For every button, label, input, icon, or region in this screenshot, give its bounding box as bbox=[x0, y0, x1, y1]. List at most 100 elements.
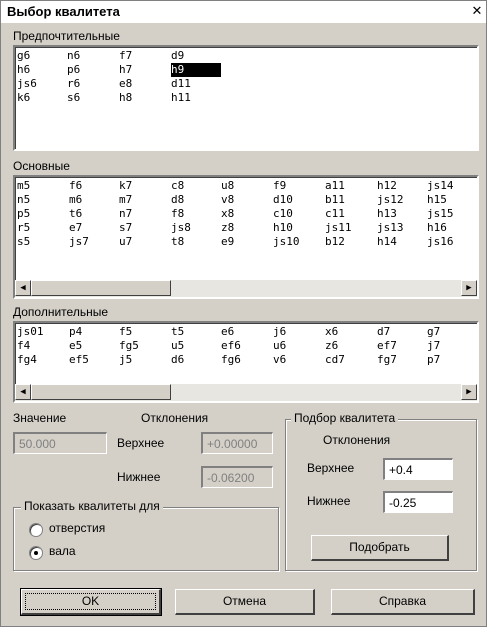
list-item[interactable]: fg7 bbox=[377, 353, 397, 367]
list-item[interactable]: n5 bbox=[17, 193, 30, 207]
list-item[interactable]: js6 bbox=[17, 77, 37, 91]
list-item[interactable]: t8 bbox=[171, 235, 184, 249]
list-item[interactable]: h12 bbox=[377, 179, 397, 193]
radio-hole-label[interactable]: отверстия bbox=[49, 521, 105, 535]
list-item[interactable]: h9 bbox=[171, 63, 221, 77]
list-item[interactable]: p7 bbox=[427, 353, 440, 367]
radio-shaft-icon[interactable] bbox=[29, 546, 43, 560]
list-item[interactable]: n6 bbox=[67, 49, 80, 63]
fit-button[interactable]: Подобрать bbox=[311, 535, 449, 561]
additional-listbox[interactable]: js01 f4 fg4 p4 e5 ef5 f5 fg5 j5 t5 u5 d6 e6 ef6 fg6 j6 u… bbox=[13, 321, 479, 403]
list-item[interactable]: e6 bbox=[221, 325, 234, 339]
list-item[interactable]: h7 bbox=[119, 63, 132, 77]
help-button[interactable]: Справка bbox=[331, 589, 475, 615]
list-item[interactable]: j5 bbox=[119, 353, 132, 367]
list-item[interactable]: n7 bbox=[119, 207, 132, 221]
list-item[interactable]: cd7 bbox=[325, 353, 345, 367]
list-item[interactable]: h15 bbox=[427, 193, 447, 207]
list-item[interactable]: p5 bbox=[17, 207, 30, 221]
scroll-right-icon[interactable]: ▶ bbox=[461, 384, 477, 400]
list-item[interactable]: h6 bbox=[17, 63, 30, 77]
list-item[interactable]: u5 bbox=[171, 339, 184, 353]
cancel-button[interactable]: Отмена bbox=[175, 589, 315, 615]
list-item[interactable]: t6 bbox=[69, 207, 82, 221]
list-item[interactable]: s5 bbox=[17, 235, 30, 249]
list-item[interactable]: v6 bbox=[273, 353, 286, 367]
list-item[interactable]: d10 bbox=[273, 193, 293, 207]
list-item[interactable]: js7 bbox=[69, 235, 89, 249]
horizontal-scrollbar[interactable]: ◀ ▶ bbox=[15, 384, 477, 401]
list-item[interactable]: fg6 bbox=[221, 353, 241, 367]
list-item[interactable]: e5 bbox=[69, 339, 82, 353]
list-item[interactable]: a11 bbox=[325, 179, 345, 193]
list-item[interactable]: r6 bbox=[67, 77, 80, 91]
fit-upper-field[interactable]: +0.4 bbox=[383, 458, 453, 480]
list-item[interactable]: e7 bbox=[69, 221, 82, 235]
title-bar[interactable]: Выбор квалитета ✕ bbox=[1, 1, 486, 23]
list-item[interactable]: ef5 bbox=[69, 353, 89, 367]
list-item[interactable]: u8 bbox=[221, 179, 234, 193]
list-item[interactable]: u6 bbox=[273, 339, 286, 353]
scroll-left-icon[interactable]: ◀ bbox=[15, 280, 31, 296]
list-item[interactable]: c10 bbox=[273, 207, 293, 221]
list-item[interactable]: js11 bbox=[325, 221, 352, 235]
list-item[interactable]: js13 bbox=[377, 221, 404, 235]
list-item[interactable]: h16 bbox=[427, 221, 447, 235]
list-item[interactable]: f4 bbox=[17, 339, 30, 353]
list-item[interactable]: h11 bbox=[171, 91, 191, 105]
list-item[interactable]: d6 bbox=[171, 353, 184, 367]
list-item[interactable]: js8 bbox=[171, 221, 191, 235]
scroll-thumb[interactable] bbox=[31, 384, 171, 400]
list-item[interactable]: x8 bbox=[221, 207, 234, 221]
list-item[interactable]: b11 bbox=[325, 193, 345, 207]
list-item[interactable]: fg5 bbox=[119, 339, 139, 353]
list-item[interactable]: e9 bbox=[221, 235, 234, 249]
basic-listbox[interactable]: m5 n5 p5 r5 s5 f6 m6 t6 e7 js7 k7 m7 n7 s7 u7 c8 d8 f8 js8… bbox=[13, 175, 479, 299]
list-item[interactable]: h14 bbox=[377, 235, 397, 249]
scroll-thumb[interactable] bbox=[31, 280, 171, 296]
list-item[interactable]: s7 bbox=[119, 221, 132, 235]
list-item[interactable]: d11 bbox=[171, 77, 191, 91]
list-item[interactable]: f6 bbox=[69, 179, 82, 193]
list-item[interactable]: j7 bbox=[427, 339, 440, 353]
list-item[interactable]: js01 bbox=[17, 325, 44, 339]
scroll-right-icon[interactable]: ▶ bbox=[461, 280, 477, 296]
list-item[interactable]: u7 bbox=[119, 235, 132, 249]
list-item[interactable]: f7 bbox=[119, 49, 132, 63]
list-item[interactable]: v8 bbox=[221, 193, 234, 207]
list-item[interactable]: f9 bbox=[273, 179, 286, 193]
list-item[interactable]: j6 bbox=[273, 325, 286, 339]
radio-hole-icon[interactable] bbox=[29, 523, 43, 537]
list-item[interactable]: r5 bbox=[17, 221, 30, 235]
radio-shaft-label[interactable]: вала bbox=[49, 544, 76, 558]
list-item[interactable]: p4 bbox=[69, 325, 82, 339]
list-item[interactable]: t5 bbox=[171, 325, 184, 339]
close-icon[interactable]: ✕ bbox=[470, 4, 484, 18]
list-item[interactable]: js12 bbox=[377, 193, 404, 207]
ok-button[interactable]: OK bbox=[20, 588, 162, 616]
list-item[interactable]: s6 bbox=[67, 91, 80, 105]
list-item[interactable]: d8 bbox=[171, 193, 184, 207]
list-item[interactable]: js10 bbox=[273, 235, 300, 249]
list-item[interactable]: g6 bbox=[17, 49, 30, 63]
list-item[interactable]: k6 bbox=[17, 91, 30, 105]
list-item[interactable]: b12 bbox=[325, 235, 345, 249]
list-item[interactable]: f8 bbox=[171, 207, 184, 221]
list-item[interactable]: h13 bbox=[377, 207, 397, 221]
list-item[interactable]: m6 bbox=[69, 193, 82, 207]
list-item[interactable]: js15 bbox=[427, 207, 454, 221]
list-item[interactable]: e8 bbox=[119, 77, 132, 91]
list-item[interactable]: f5 bbox=[119, 325, 132, 339]
list-item[interactable]: k7 bbox=[119, 179, 132, 193]
list-item[interactable]: h10 bbox=[273, 221, 293, 235]
list-item[interactable]: z6 bbox=[325, 339, 338, 353]
list-item[interactable]: c11 bbox=[325, 207, 345, 221]
list-item[interactable]: z8 bbox=[221, 221, 234, 235]
fit-lower-field[interactable]: -0.25 bbox=[383, 491, 453, 513]
list-item[interactable]: js16 bbox=[427, 235, 454, 249]
list-item[interactable]: p6 bbox=[67, 63, 80, 77]
list-item[interactable]: m5 bbox=[17, 179, 30, 193]
list-item[interactable]: ef6 bbox=[221, 339, 241, 353]
list-item[interactable]: g7 bbox=[427, 325, 440, 339]
list-item[interactable]: js14 bbox=[427, 179, 454, 193]
